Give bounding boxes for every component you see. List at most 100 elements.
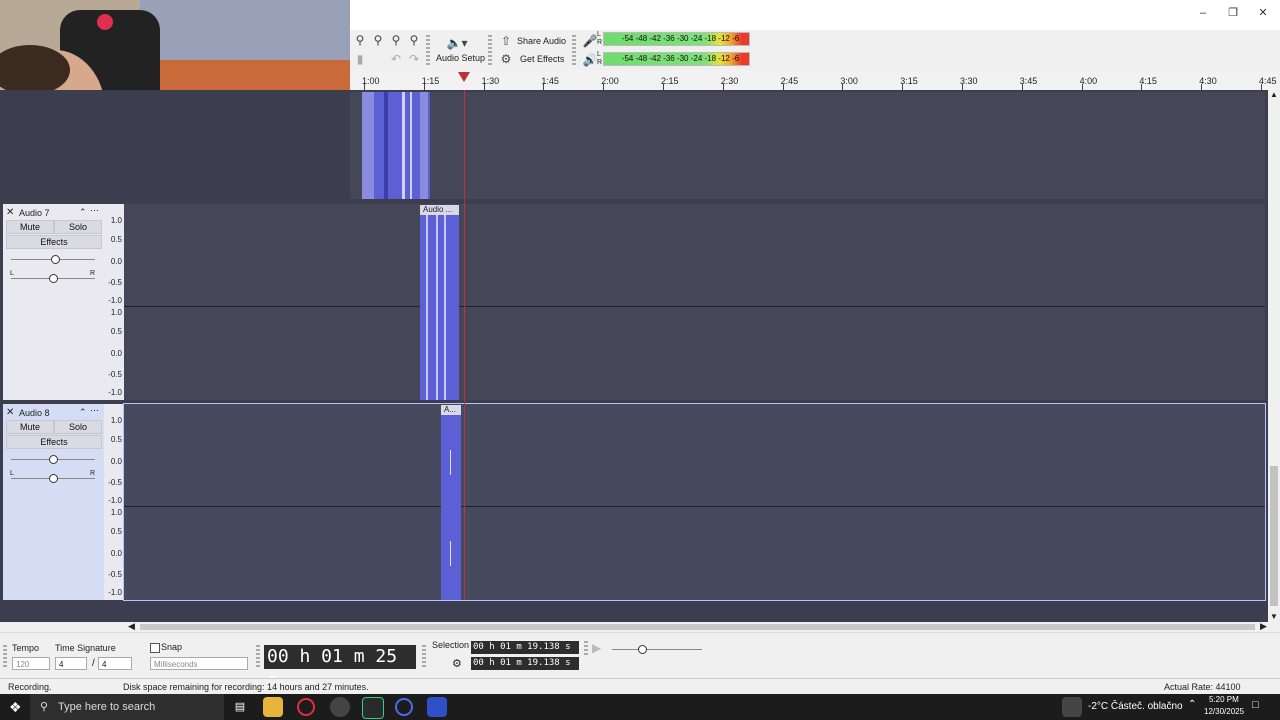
vertical-scale: 1.0 0.5 0.0 -0.5 -1.0 1.0 0.5 0.0 -0.5 -… [104,404,124,600]
undo-icon[interactable]: ↶ [388,51,404,67]
epic-games-icon[interactable] [362,697,384,719]
gain-knob[interactable] [51,255,60,264]
toolbar-grip[interactable] [422,645,426,667]
tempo-input[interactable]: 120 [12,657,50,670]
pan-knob[interactable] [49,474,58,483]
trim-icon[interactable]: ▮ [352,51,368,67]
track-panel-audio-7[interactable]: ✕ Audio 7 ⌃ ⋯ Mute Solo Effects L R [3,204,105,400]
horizontal-scrollbar[interactable]: ◀ ▶ [128,621,1270,632]
track-audio-7-waveform[interactable] [124,204,1265,400]
track-name[interactable]: Audio 8 [19,408,50,418]
close-track-icon[interactable]: ✕ [6,207,14,218]
effects-button[interactable]: Effects [6,435,102,449]
scale-label: -0.5 [108,278,122,287]
toolbar-grip[interactable] [572,35,576,65]
selection-settings-icon[interactable]: ⚙ [452,657,462,670]
scroll-up-icon[interactable]: ▲ [1270,90,1278,99]
track-audio-6-waveform[interactable] [350,92,1265,199]
scroll-left-icon[interactable]: ◀ [128,621,135,632]
file-explorer-icon[interactable] [263,697,283,717]
effects-plug-icon[interactable]: ⚙ [498,51,514,67]
toolbar-grip[interactable] [488,35,492,65]
obs-icon[interactable] [330,697,350,717]
scroll-thumb[interactable] [1270,466,1278,606]
audio-setup-button[interactable]: Audio Setup [436,53,485,63]
windows-start-icon[interactable]: ❖ [9,699,22,716]
share-icon[interactable]: ⇧ [498,33,514,49]
scale-label: 0.0 [110,349,122,358]
taskbar-search[interactable]: ⚲ Type here to search [30,694,224,720]
mute-button[interactable]: Mute [6,220,54,234]
menu-dots-icon[interactable]: ⋯ [90,205,99,216]
track-name[interactable]: Audio 7 [19,208,50,218]
task-view-icon[interactable]: ▤ [230,697,250,717]
audacity-icon[interactable] [427,697,447,717]
play-at-speed-icon[interactable]: ▶ [592,641,601,655]
scroll-thumb[interactable] [140,624,1255,630]
scale-label: 1.0 [110,508,122,517]
snap-checkbox[interactable] [150,643,160,653]
ts-denominator-select[interactable]: 4 [98,657,132,670]
solo-button[interactable]: Solo [54,420,102,434]
pan-knob[interactable] [49,274,58,283]
restore-icon[interactable]: ❐ [1225,6,1241,20]
scroll-down-icon[interactable]: ▼ [1270,612,1278,621]
toolbar-grip[interactable] [584,641,588,657]
timeline-ruler[interactable]: 1:00 1:15 1:30 1:45 2:00 2:15 2:30 2:45 3:00 3:15… [350,70,1280,91]
track-panel-audio-8[interactable]: ✕ Audio 8 ⌃ ⋯ Mute Solo Effects L R [3,404,105,600]
ts-numerator-input[interactable]: 4 [55,657,87,670]
pan-left-label: L [10,470,14,477]
playback-meter[interactable]: -54 -48 -42 -36 -30 -24 -18 -12 -6 [603,52,750,66]
search-placeholder: Type here to search [58,701,156,713]
scroll-right-icon[interactable]: ▶ [1260,621,1267,632]
zoom-out-icon[interactable]: ⚲ [370,32,386,48]
toolbar-grip[interactable] [426,35,430,65]
menu-dots-icon[interactable]: ⋯ [90,405,99,416]
zoom-fit-icon[interactable]: ⚲ [406,32,422,48]
opera-icon[interactable] [297,698,315,716]
clock-time[interactable]: 5:20 PM [1209,695,1239,704]
clip-header[interactable]: A... [441,405,461,415]
playhead-line[interactable] [464,90,465,600]
selection-end[interactable]: 00 h 01 m 19.138 s [471,657,579,670]
scale-label: 0.5 [110,235,122,244]
speaker-icon[interactable]: 🔊 [582,52,598,68]
minimize-icon[interactable]: – [1195,6,1211,20]
app-circle-icon[interactable] [395,698,413,716]
snap-unit-select[interactable]: Milliseconds [150,657,248,670]
microphone-icon[interactable]: 🎤 [582,33,598,49]
vertical-scale: 1.0 0.5 0.0 -0.5 -1.0 1.0 0.5 0.0 -0.5 -… [104,204,124,400]
collapse-icon[interactable]: ⌃ [79,207,87,218]
solo-button[interactable]: Solo [54,220,102,234]
record-meter[interactable]: -54 -48 -42 -36 -30 -24 -18 -12 -6 [603,32,750,46]
play-speed-knob[interactable] [638,645,647,654]
speaker-setup-icon[interactable]: 🔈▾ [445,35,469,51]
weather-text[interactable]: -2°C Částeč. oblačno [1088,701,1183,712]
zoom-selection-icon[interactable]: ⚲ [388,32,404,48]
playhead-marker-icon[interactable] [458,72,472,84]
toolbar-grip[interactable] [3,645,7,667]
track-audio-8-waveform[interactable] [123,403,1266,601]
tray-chevron-icon[interactable]: ⌃ [1188,699,1196,710]
get-effects-button[interactable]: Get Effects [520,54,564,64]
mute-button[interactable]: Mute [6,420,54,434]
notifications-icon[interactable]: □ [1252,699,1259,711]
collapse-icon[interactable]: ⌃ [79,407,87,418]
clock-date[interactable]: 12/30/2025 [1204,707,1244,716]
effects-button[interactable]: Effects [6,235,102,249]
zoom-in-icon[interactable]: ⚲ [352,32,368,48]
play-speed-slider[interactable] [612,649,702,650]
close-track-icon[interactable]: ✕ [6,407,14,418]
weather-icon[interactable] [1062,697,1082,717]
vertical-scrollbar[interactable]: ▲ ▼ [1268,90,1280,622]
share-audio-button[interactable]: Share Audio [517,36,566,46]
close-icon[interactable]: ✕ [1255,6,1271,20]
selection-start[interactable]: 00 h 01 m 19.138 s [471,641,579,654]
toolbar-grip[interactable] [256,645,260,667]
search-icon: ⚲ [40,701,49,713]
clip-header[interactable]: Audio ... [420,205,459,215]
redo-icon[interactable]: ↷ [406,51,422,67]
time-display[interactable]: 00 h 01 m 25 s [264,645,416,691]
gain-knob[interactable] [49,455,58,464]
scale-label: -0.5 [108,570,122,579]
